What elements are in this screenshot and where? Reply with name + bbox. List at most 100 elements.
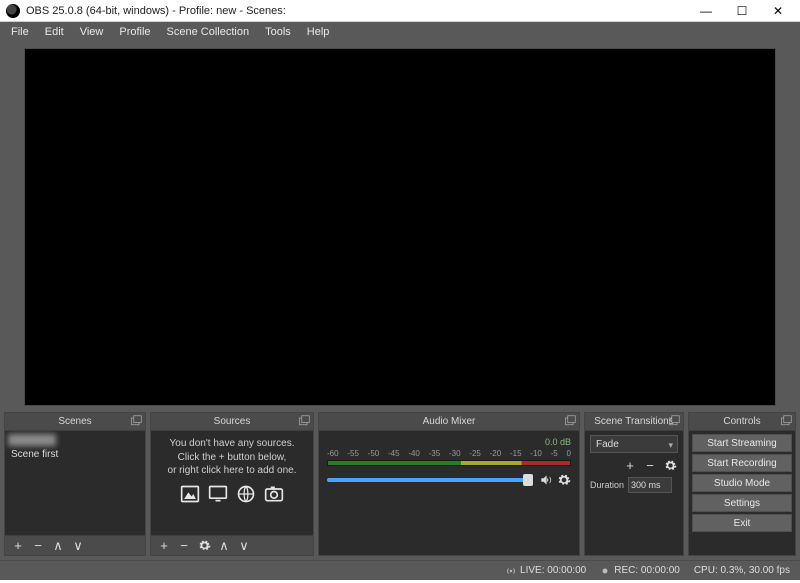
meter-scale: -60-55-50-45-40-35-30-25-20-15-10-50 xyxy=(327,449,571,467)
window-titlebar: OBS 25.0.8 (64-bit, windows) - Profile: … xyxy=(0,0,800,22)
gear-icon[interactable] xyxy=(557,473,571,487)
status-rec: REC: 00:00:00 xyxy=(600,565,680,576)
scenes-title: Scenes xyxy=(5,413,145,431)
menu-tools[interactable]: Tools xyxy=(258,24,298,40)
docks-row: Scenes Scene first + − ∧ ∨ Sources xyxy=(0,412,800,560)
browser-source-icon xyxy=(235,484,257,504)
meter-tick: -20 xyxy=(490,449,502,458)
exit-button[interactable]: Exit xyxy=(692,514,792,532)
obs-app-icon xyxy=(6,4,20,18)
scene-item-redacted xyxy=(8,434,56,446)
meter-tick: -10 xyxy=(530,449,542,458)
popout-icon[interactable] xyxy=(298,415,310,427)
source-properties-button[interactable] xyxy=(196,538,212,554)
gear-icon xyxy=(198,539,211,552)
menu-profile[interactable]: Profile xyxy=(112,24,157,40)
controls-panel: Controls Start Streaming Start Recording… xyxy=(688,412,796,556)
add-source-button[interactable]: + xyxy=(156,538,172,554)
add-scene-button[interactable]: + xyxy=(10,538,26,554)
remove-transition-button[interactable]: − xyxy=(642,457,658,473)
scene-item[interactable]: Scene first xyxy=(5,446,145,463)
gear-icon xyxy=(664,459,677,472)
mixer-title: Audio Mixer xyxy=(319,413,579,431)
meter-tick: -30 xyxy=(449,449,461,458)
record-icon xyxy=(600,566,610,576)
meter-tick: -25 xyxy=(469,449,481,458)
image-source-icon xyxy=(179,484,201,504)
meter-tick: 0 xyxy=(567,449,571,458)
sources-list[interactable]: You don't have any sources. Click the + … xyxy=(151,431,313,535)
menu-help[interactable]: Help xyxy=(300,24,337,40)
meter-bar xyxy=(327,460,571,466)
controls-body: Start Streaming Start Recording Studio M… xyxy=(689,431,795,555)
meter-tick: -50 xyxy=(368,449,380,458)
settings-button[interactable]: Settings xyxy=(692,494,792,512)
minimize-button[interactable]: — xyxy=(688,0,724,22)
mixer-slider-row xyxy=(327,473,571,487)
meter-tick: -45 xyxy=(388,449,400,458)
source-up-button[interactable]: ∧ xyxy=(216,538,232,554)
scenes-toolbar: + − ∧ ∨ xyxy=(5,535,145,555)
transition-properties-button[interactable] xyxy=(662,457,678,473)
start-recording-button[interactable]: Start Recording xyxy=(692,454,792,472)
statusbar: LIVE: 00:00:00 REC: 00:00:00 CPU: 0.3%, … xyxy=(0,560,800,580)
duration-input[interactable]: 300 ms xyxy=(628,477,672,493)
popout-icon[interactable] xyxy=(130,415,142,427)
sources-title-label: Sources xyxy=(214,416,251,427)
preview-canvas[interactable] xyxy=(24,48,776,406)
status-cpu: CPU: 0.3%, 30.00 fps xyxy=(694,565,790,576)
sources-panel: Sources You don't have any sources. Clic… xyxy=(150,412,314,556)
menu-file[interactable]: File xyxy=(4,24,36,40)
status-live-text: LIVE: 00:00:00 xyxy=(520,565,586,576)
duration-label: Duration xyxy=(590,480,624,490)
controls-title: Controls xyxy=(689,413,795,431)
transitions-title: Scene Transitions xyxy=(585,413,683,431)
menu-scene-collection[interactable]: Scene Collection xyxy=(160,24,257,40)
volume-slider-thumb[interactable] xyxy=(523,474,533,486)
remove-scene-button[interactable]: − xyxy=(30,538,46,554)
mixer-db-readout: 0.0 dB xyxy=(327,437,571,447)
add-transition-button[interactable]: + xyxy=(622,457,638,473)
source-down-button[interactable]: ∨ xyxy=(236,538,252,554)
meter-ticks: -60-55-50-45-40-35-30-25-20-15-10-50 xyxy=(327,449,571,458)
menu-edit[interactable]: Edit xyxy=(38,24,71,40)
scene-up-button[interactable]: ∧ xyxy=(50,538,66,554)
status-live: LIVE: 00:00:00 xyxy=(506,565,586,576)
broadcast-icon xyxy=(506,566,516,576)
scene-down-button[interactable]: ∨ xyxy=(70,538,86,554)
volume-slider[interactable] xyxy=(327,478,533,482)
menu-view[interactable]: View xyxy=(73,24,111,40)
mixer-body: 0.0 dB -60-55-50-45-40-35-30-25-20-15-10… xyxy=(319,431,579,555)
remove-source-button[interactable]: − xyxy=(176,538,192,554)
speaker-icon[interactable] xyxy=(539,473,553,487)
status-rec-text: REC: 00:00:00 xyxy=(614,565,680,576)
sources-empty-line3: or right click here to add one. xyxy=(161,464,303,478)
sources-title: Sources xyxy=(151,413,313,431)
sources-empty-hint: You don't have any sources. Click the + … xyxy=(151,431,313,535)
studio-mode-button[interactable]: Studio Mode xyxy=(692,474,792,492)
transitions-title-label: Scene Transitions xyxy=(594,416,674,427)
start-streaming-button[interactable]: Start Streaming xyxy=(692,434,792,452)
menubar: File Edit View Profile Scene Collection … xyxy=(0,22,800,42)
popout-icon[interactable] xyxy=(780,415,792,427)
popout-icon[interactable] xyxy=(668,415,680,427)
meter-tick: -5 xyxy=(551,449,558,458)
meter-tick: -60 xyxy=(327,449,339,458)
close-button[interactable]: ✕ xyxy=(760,0,796,22)
scenes-list[interactable]: Scene first xyxy=(5,431,145,535)
meter-tick: -55 xyxy=(347,449,359,458)
audio-mixer-panel: Audio Mixer 0.0 dB -60-55-50-45-40-35-30… xyxy=(318,412,580,556)
window-title: OBS 25.0.8 (64-bit, windows) - Profile: … xyxy=(26,5,286,17)
status-cpu-text: CPU: 0.3%, 30.00 fps xyxy=(694,565,790,576)
transitions-body: Fade + − Duration 300 ms xyxy=(585,431,683,555)
popout-icon[interactable] xyxy=(564,415,576,427)
workspace: Scenes Scene first + − ∧ ∨ Sources xyxy=(0,42,800,560)
sources-empty-line1: You don't have any sources. xyxy=(161,437,303,451)
controls-title-label: Controls xyxy=(723,416,760,427)
preview-area xyxy=(0,42,800,412)
display-source-icon xyxy=(207,484,229,504)
maximize-button[interactable]: ☐ xyxy=(724,0,760,22)
meter-tick: -35 xyxy=(429,449,441,458)
transition-select[interactable]: Fade xyxy=(590,435,678,453)
source-type-icons xyxy=(161,484,303,504)
